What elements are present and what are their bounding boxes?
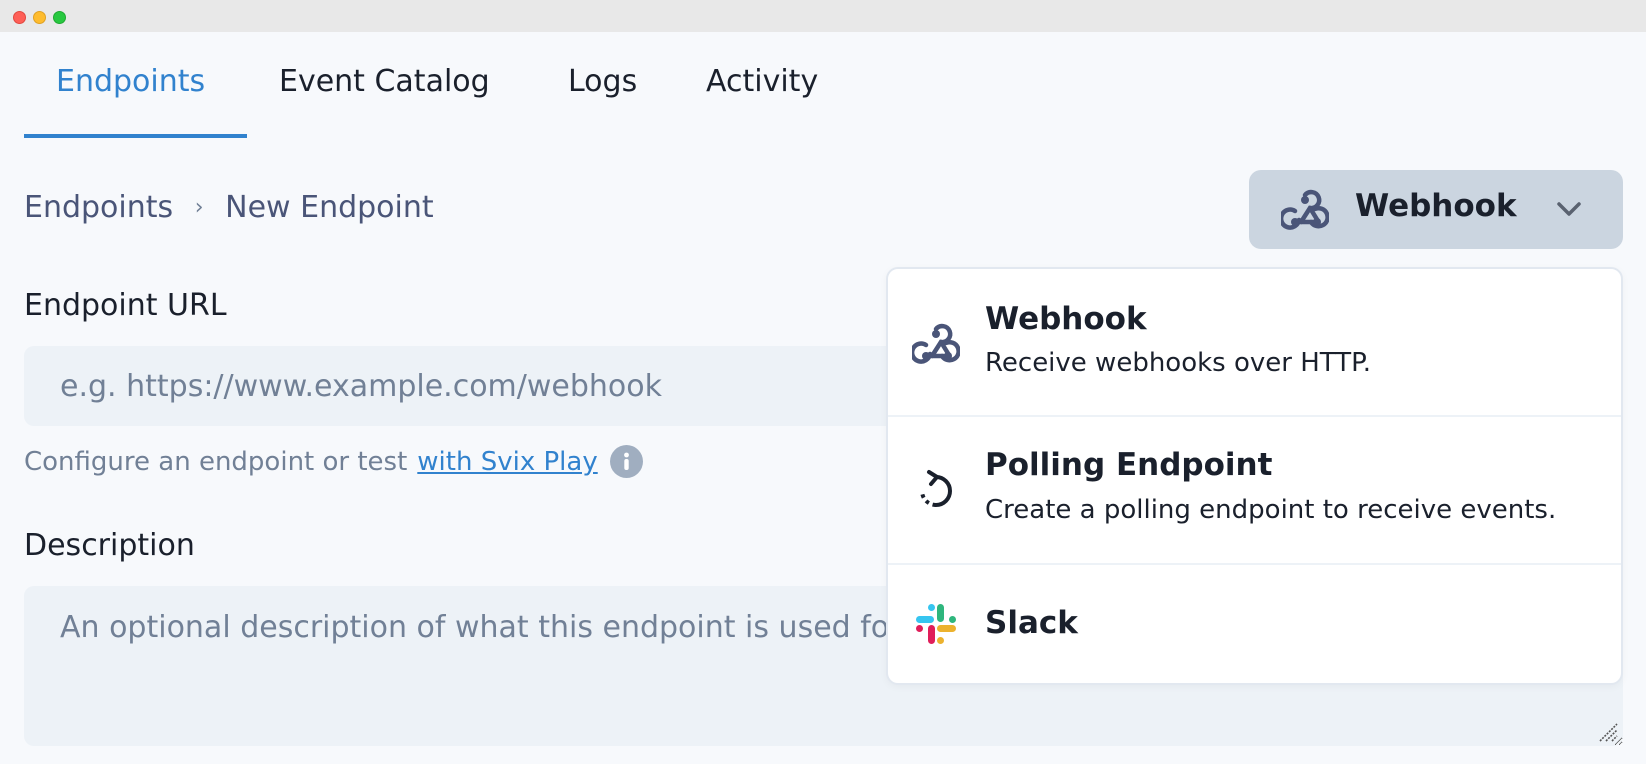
dropdown-item-description: Receive webhooks over HTTP. <box>985 348 1371 378</box>
endpoint-type-select-button[interactable]: Webhook <box>1249 170 1623 249</box>
tab-activity[interactable]: Activity <box>706 64 818 99</box>
slack-icon <box>916 604 956 644</box>
window-titlebar <box>0 0 1646 32</box>
breadcrumb: Endpoints › New Endpoint <box>24 190 434 225</box>
webhook-icon <box>912 323 960 364</box>
dropdown-item-description: Create a polling endpoint to receive eve… <box>985 495 1557 525</box>
maximize-window-button[interactable] <box>53 11 66 24</box>
dropdown-item-title: Polling Endpoint <box>985 447 1273 483</box>
breadcrumb-current: New Endpoint <box>225 190 434 225</box>
tab-logs[interactable]: Logs <box>568 64 637 99</box>
chevron-down-icon <box>1557 202 1581 216</box>
active-tab-indicator <box>24 134 247 138</box>
helper-text: Configure an endpoint or test <box>24 446 408 477</box>
selected-type-label: Webhook <box>1355 188 1517 224</box>
info-icon[interactable] <box>609 445 643 478</box>
dropdown-item-slack[interactable]: Slack <box>888 565 1621 683</box>
dropdown-item-title: Webhook <box>985 301 1147 337</box>
chevron-right-icon: › <box>194 195 204 220</box>
description-label: Description <box>24 528 195 563</box>
tab-event-catalog[interactable]: Event Catalog <box>279 64 490 99</box>
webhook-icon <box>1281 189 1329 230</box>
dropdown-item-title: Slack <box>985 605 1078 641</box>
svix-play-link[interactable]: with Svix Play <box>417 447 597 477</box>
breadcrumb-endpoints-link[interactable]: Endpoints <box>24 190 173 225</box>
polling-icon <box>920 470 952 507</box>
endpoint-url-label: Endpoint URL <box>24 288 227 323</box>
dropdown-item-polling-endpoint[interactable]: Polling Endpoint Create a polling endpoi… <box>888 417 1621 563</box>
dropdown-item-webhook[interactable]: Webhook Receive webhooks over HTTP. <box>888 269 1621 415</box>
resize-handle-icon[interactable] <box>1596 720 1618 742</box>
minimize-window-button[interactable] <box>33 11 46 24</box>
tab-endpoints[interactable]: Endpoints <box>56 64 205 99</box>
close-window-button[interactable] <box>13 11 26 24</box>
endpoint-url-helper: Configure an endpoint or test with Svix … <box>24 445 643 478</box>
endpoint-type-dropdown-menu: Webhook Receive webhooks over HTTP. Poll… <box>886 267 1623 685</box>
